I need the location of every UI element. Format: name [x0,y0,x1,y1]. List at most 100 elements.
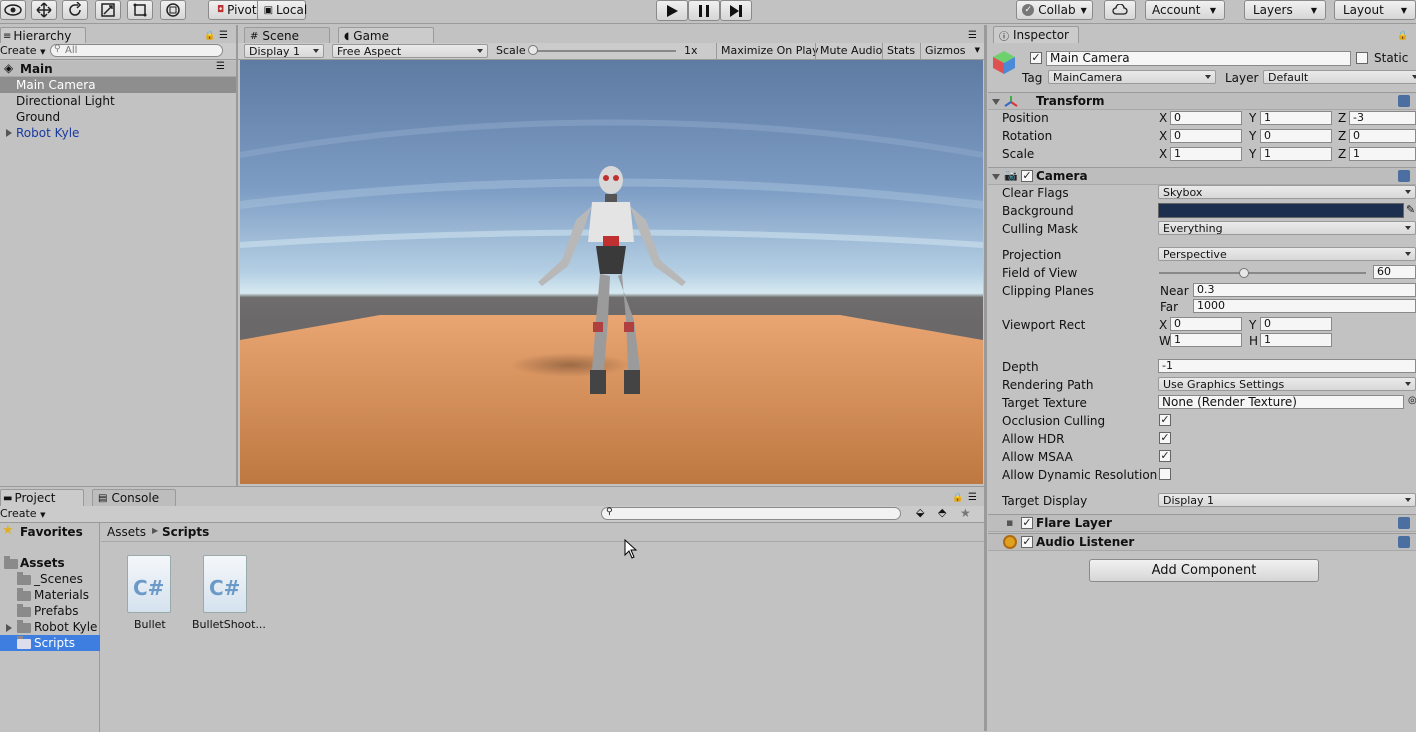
background-color-swatch[interactable] [1158,203,1404,218]
object-picker-icon[interactable]: ◎ [1408,395,1416,406]
scene-header[interactable]: ◈ Main ☰ [0,61,236,77]
transform-component-header[interactable]: Transform [988,92,1416,110]
scale-y-field[interactable]: 1 [1260,147,1332,161]
tag-dropdown[interactable]: MainCamera [1048,70,1216,84]
filter-by-label-icon[interactable]: ⬘ [938,506,946,519]
tab-hierarchy[interactable]: ≡ Hierarchy [0,27,86,44]
scale-slider-track[interactable] [531,50,676,52]
panel-menu-icon[interactable]: ☰ [968,30,977,41]
help-icon[interactable] [1398,517,1410,529]
fov-slider-thumb[interactable] [1238,268,1249,278]
projection-dropdown[interactable]: Perspective [1158,247,1416,261]
game-render-viewport[interactable] [240,60,983,484]
panel-menu-icon[interactable]: ☰ [219,30,228,41]
rendering-path-dropdown[interactable]: Use Graphics Settings [1158,377,1416,391]
transform-tool-button[interactable] [160,0,186,20]
rotate-tool-button[interactable] [62,0,88,20]
audio-listener-enabled-checkbox[interactable]: ✓ [1021,536,1033,548]
favorites-label[interactable]: Favorites [20,525,83,539]
camera-enabled-checkbox[interactable]: ✓ [1021,170,1033,182]
hierarchy-item-directional-light[interactable]: Directional Light [16,94,115,108]
star-icon[interactable]: ★ [960,506,971,520]
rotation-y-field[interactable]: 0 [1260,129,1332,143]
expand-arrow-icon[interactable] [6,129,12,137]
move-tool-button[interactable] [31,0,57,20]
account-dropdown[interactable]: Account ▼ [1145,0,1225,20]
display-dropdown[interactable]: Display 1 [244,44,324,58]
assets-root-label[interactable]: Assets [20,556,65,570]
hierarchy-create-button[interactable]: Create ▼ [0,44,45,57]
viewport-w-field[interactable]: 1 [1170,333,1242,347]
file-bullet-label[interactable]: Bullet [134,618,166,631]
tab-project[interactable]: ▬ Project [0,489,84,506]
tab-console[interactable]: ▤ Console [92,489,176,506]
csharp-file-icon[interactable]: C# [203,555,247,613]
project-create-button[interactable]: Create ▼ [0,507,45,520]
clear-flags-dropdown[interactable]: Skybox [1158,185,1416,199]
folder-scripts[interactable]: Scripts [34,636,75,650]
active-checkbox[interactable]: ✓ [1030,52,1042,64]
scene-menu-icon[interactable]: ☰ [216,61,225,72]
object-name-field[interactable]: Main Camera [1046,51,1351,66]
local-toggle[interactable]: ▣ Local [258,1,308,19]
viewport-x-field[interactable]: 0 [1170,317,1242,331]
allow-dynamic-resolution-checkbox[interactable] [1159,468,1171,480]
camera-component-header[interactable]: 📷 ✓ Camera [988,167,1416,185]
hierarchy-item-robot-kyle[interactable]: Robot Kyle [16,126,79,140]
breadcrumb-assets[interactable]: Assets [107,525,146,539]
culling-mask-dropdown[interactable]: Everything [1158,221,1416,235]
csharp-file-icon[interactable]: C# [127,555,171,613]
breadcrumb-scripts[interactable]: Scripts [162,525,209,539]
tab-inspector[interactable]: ⓘ Inspector [993,26,1079,43]
panel-menu-icon[interactable]: ☰ [968,492,977,503]
gizmos-dropdown[interactable]: Gizmos ▼ [920,43,984,59]
add-component-button[interactable]: Add Component [1089,559,1319,582]
maximize-on-play-button[interactable]: Maximize On Play [716,43,823,59]
help-icon[interactable] [1398,95,1410,107]
layer-dropdown[interactable]: Default [1263,70,1416,84]
tab-scene[interactable]: # Scene [244,27,330,44]
view-tool-button[interactable] [0,0,26,20]
target-display-dropdown[interactable]: Display 1 [1158,493,1416,507]
flare-layer-enabled-checkbox[interactable]: ✓ [1021,517,1033,529]
expand-arrow-icon[interactable] [6,624,12,632]
folder-materials[interactable]: Materials [34,588,89,602]
hierarchy-item-main-camera[interactable]: Main Camera [16,78,96,92]
tab-game[interactable]: ◖ Game [338,27,434,44]
audio-listener-component-header[interactable]: ✓ Audio Listener [988,533,1416,551]
far-field[interactable]: 1000 [1193,299,1416,313]
pivot-toggle[interactable]: ◘ Pivot [209,1,258,19]
folder-prefabs[interactable]: Prefabs [34,604,79,618]
pause-button[interactable] [688,0,720,21]
scale-x-field[interactable]: 1 [1170,147,1242,161]
static-checkbox[interactable] [1356,52,1368,64]
project-search-input[interactable]: ⚲ [601,507,901,520]
hierarchy-search-input[interactable]: ⚲ All [50,44,223,57]
lock-icon[interactable]: 🔒 [952,493,963,503]
lock-icon[interactable]: 🔒 [1397,31,1408,41]
scale-slider-thumb[interactable] [528,45,538,55]
rotation-x-field[interactable]: 0 [1170,129,1242,143]
scale-z-field[interactable]: 1 [1349,147,1416,161]
collab-button[interactable]: ✓ Collab ▼ [1016,0,1093,20]
rotation-z-field[interactable]: 0 [1349,129,1416,143]
foldout-arrow-icon[interactable] [992,99,1000,105]
fov-slider-track[interactable] [1159,272,1366,274]
layers-dropdown[interactable]: Layers ▼ [1244,0,1326,20]
occlusion-culling-checkbox[interactable]: ✓ [1159,414,1171,426]
help-icon[interactable] [1398,536,1410,548]
viewport-y-field[interactable]: 0 [1260,317,1332,331]
lock-icon[interactable]: 🔒 [204,31,215,41]
depth-field[interactable]: -1 [1158,359,1416,373]
folder-robot-kyle[interactable]: Robot Kyle [34,620,97,634]
position-x-field[interactable]: 0 [1170,111,1242,125]
layout-dropdown[interactable]: Layout ▼ [1334,0,1416,20]
step-button[interactable] [720,0,752,21]
help-icon[interactable] [1398,170,1410,182]
eyedropper-icon[interactable]: ✎ [1406,203,1415,216]
mute-audio-button[interactable]: Mute Audio [815,43,886,59]
hierarchy-item-ground[interactable]: Ground [16,110,60,124]
viewport-h-field[interactable]: 1 [1260,333,1332,347]
play-button[interactable] [656,0,688,21]
allow-hdr-checkbox[interactable]: ✓ [1159,432,1171,444]
